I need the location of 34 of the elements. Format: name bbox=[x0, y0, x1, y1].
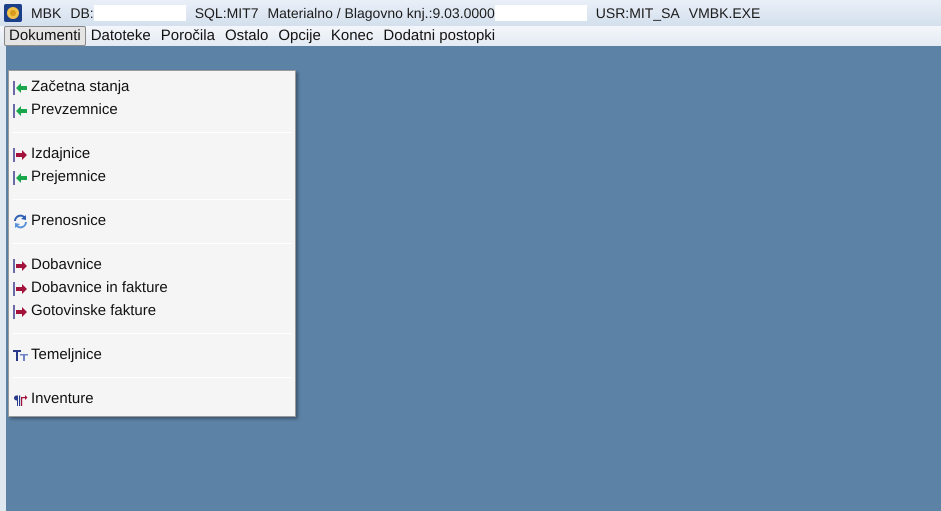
window-title: SQL:MIT7 bbox=[194, 4, 258, 23]
menu-option[interactable]: Začetna stanja bbox=[31, 76, 130, 99]
menu-item[interactable]: Ostalo bbox=[220, 26, 274, 46]
window-title: Materialno / Blagovno knj.:9.03.0000 bbox=[267, 4, 495, 23]
window-title: USR:MIT_SA bbox=[596, 4, 680, 23]
right-arrow-icon bbox=[13, 304, 28, 318]
right-arrow-icon bbox=[13, 148, 28, 162]
font-size-icon bbox=[13, 349, 28, 362]
menu-option[interactable]: Temeljnice bbox=[31, 344, 102, 367]
menu-item[interactable]: Dokumenti bbox=[4, 26, 86, 46]
app-icon bbox=[4, 4, 22, 22]
menu-item[interactable]: Poročila bbox=[156, 26, 220, 46]
window-title: DB: bbox=[70, 4, 94, 22]
menu-option[interactable]: Prejemnice bbox=[31, 166, 106, 189]
menu-option[interactable]: Prenosnice bbox=[31, 210, 106, 233]
refresh-icon bbox=[13, 214, 28, 229]
menu-option[interactable]: Izdajnice bbox=[31, 143, 90, 166]
right-arrow-icon bbox=[13, 258, 28, 272]
right-arrow-icon bbox=[13, 282, 28, 296]
window-title: MBK bbox=[31, 4, 62, 22]
menu-item[interactable]: Konec bbox=[326, 26, 378, 46]
left-arrow-icon bbox=[13, 80, 28, 94]
menu-item[interactable]: Opcije bbox=[273, 26, 326, 46]
menu-option[interactable]: Gotovinske fakture bbox=[31, 300, 156, 323]
menu-option[interactable]: Prevzemnice bbox=[31, 99, 118, 122]
menu-option[interactable]: Inventure bbox=[31, 388, 94, 411]
menu-option[interactable]: Dobavnice in fakture bbox=[31, 277, 168, 300]
menu-item[interactable]: Datoteke bbox=[86, 26, 156, 46]
left-arrow-icon bbox=[13, 104, 28, 118]
left-arrow-icon bbox=[13, 170, 28, 184]
pilcrow-arrow-icon bbox=[13, 392, 28, 406]
menu-option[interactable]: Dobavnice bbox=[31, 254, 102, 277]
menu-item[interactable]: Dodatni postopki bbox=[378, 26, 500, 46]
window-title: VMBK.EXE bbox=[688, 4, 760, 22]
